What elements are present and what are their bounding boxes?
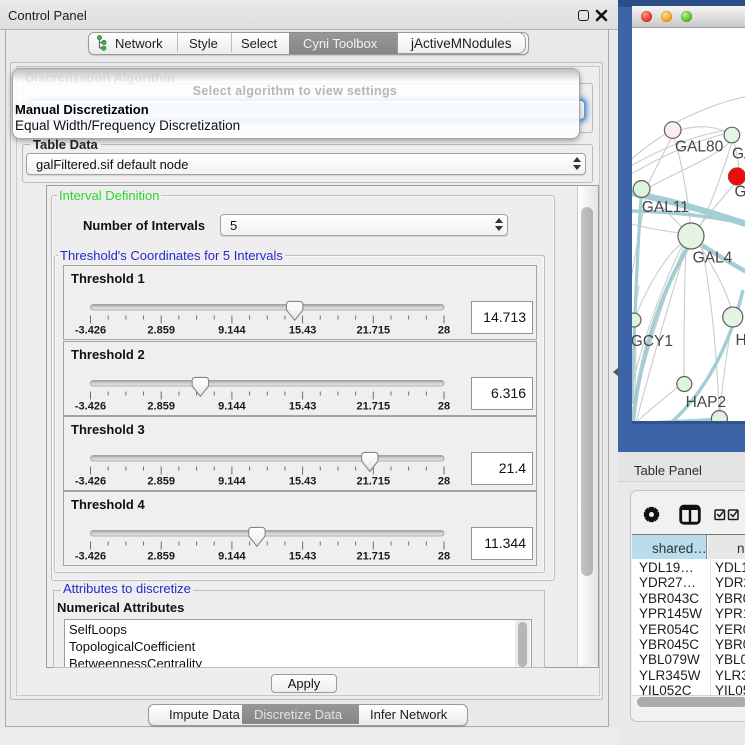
svg-text:H: H [736, 332, 745, 349]
svg-text:HAP2: HAP2 [686, 394, 727, 411]
svg-text:GAL11: GAL11 [642, 199, 689, 216]
svg-text:G: G [735, 184, 745, 201]
svg-text:GAL4: GAL4 [693, 250, 733, 267]
svg-text:GAL80: GAL80 [675, 139, 724, 156]
svg-text:GA: GA [732, 146, 745, 163]
svg-text:GCY1: GCY1 [632, 333, 673, 350]
